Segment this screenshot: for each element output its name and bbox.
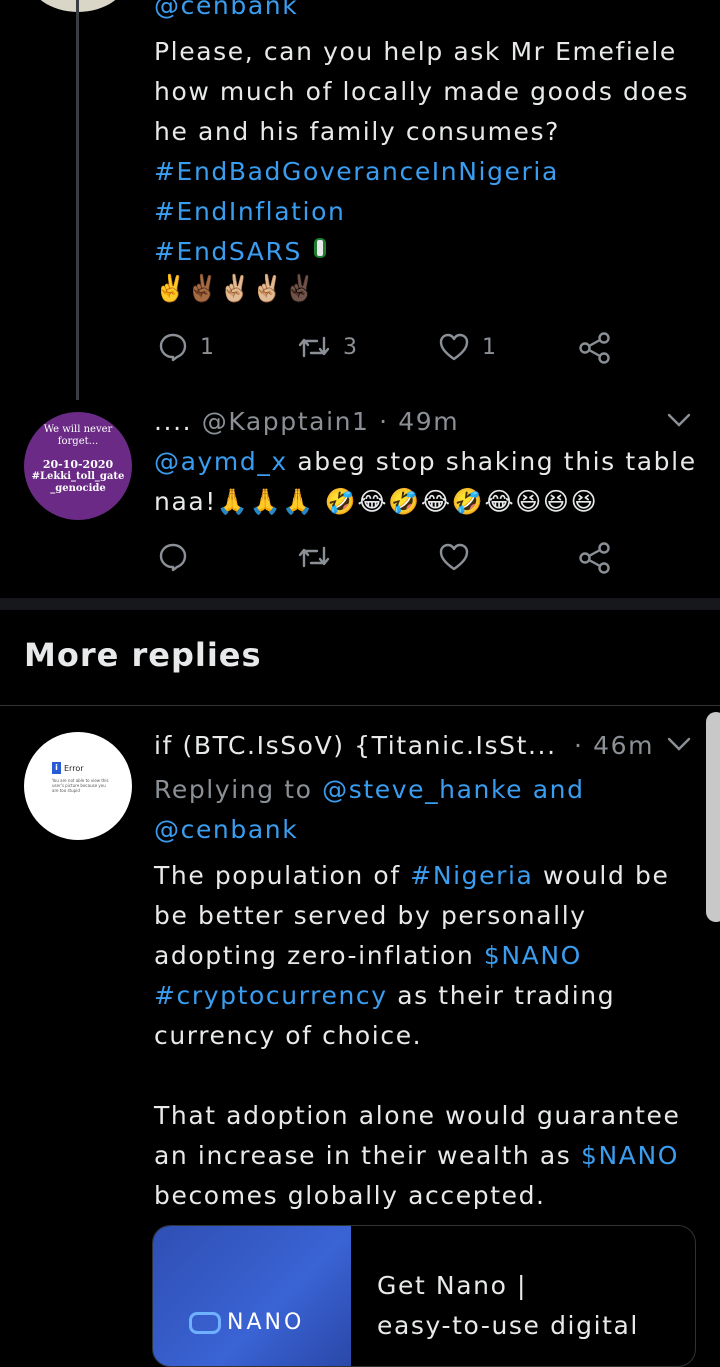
- cashtag-link[interactable]: $NANO: [581, 1141, 679, 1170]
- chevron-down-icon[interactable]: [666, 734, 692, 758]
- error-dialog: i Error You are not able to view this us…: [52, 762, 110, 793]
- tweet-text-line: how much of locally made goods does: [154, 77, 689, 106]
- avatar-text: 20-10-2020: [42, 458, 114, 471]
- replying-label: Replying to: [154, 775, 313, 804]
- avatar-text: forget...: [57, 436, 99, 447]
- section-title: More replies: [24, 636, 262, 674]
- info-icon: i: [52, 762, 61, 774]
- divider: [0, 705, 720, 706]
- reply-icon: [158, 332, 188, 362]
- tweet-text-line: @aymd_x abeg stop shaking this table: [154, 442, 697, 482]
- section-divider: [0, 598, 720, 610]
- reply-icon: [158, 542, 188, 572]
- avatar-text: _genocide: [50, 483, 106, 494]
- tweet-text-line: currency of choice.: [154, 1021, 423, 1050]
- share-button[interactable]: [578, 542, 612, 574]
- tweet-text: an increase in their wealth as: [154, 1141, 572, 1170]
- tweet-text-line: becomes globally accepted.: [154, 1181, 546, 1210]
- hashtag-link[interactable]: #cryptocurrency: [154, 981, 388, 1010]
- mention-link[interactable]: @aymd_x: [154, 447, 288, 476]
- reply-count: 1: [200, 334, 214, 360]
- scrollbar[interactable]: [706, 712, 720, 922]
- error-title: Error: [64, 763, 84, 773]
- hashtag-link[interactable]: #EndInflation: [154, 192, 345, 232]
- card-title: Get Nano |: [377, 1271, 528, 1300]
- nano-logo-icon: [189, 1312, 221, 1334]
- raised-fist-icon: [312, 236, 328, 262]
- display-name[interactable]: if (BTC.IsSoV) {Titanic.IsSt...: [154, 726, 557, 766]
- tweet-text-line: he and his family consumes?: [154, 117, 561, 146]
- thread-connector: [76, 0, 79, 400]
- heart-icon: [438, 542, 470, 572]
- tweet-text: The population of: [154, 861, 401, 890]
- hashtag-link[interactable]: #EndBadGoveranceInNigeria: [154, 152, 559, 192]
- share-icon: [578, 542, 612, 574]
- separator-dot: ·: [574, 731, 584, 760]
- tweet-text-line: Please, can you help ask Mr Emefiele: [154, 37, 677, 66]
- retweet-icon: [297, 542, 331, 572]
- card-subtitle: easy-to-use digital: [377, 1311, 639, 1340]
- tweet-text: abeg stop shaking this table: [297, 447, 697, 476]
- chevron-down-icon[interactable]: [666, 410, 692, 434]
- error-body: You are not able to view this user's pic…: [52, 778, 109, 793]
- hashtag-link[interactable]: #EndSARS: [154, 232, 302, 272]
- retweet-icon: [297, 332, 331, 362]
- cashtag-link[interactable]: $NANO: [484, 941, 582, 970]
- tweet-text-line: #cryptocurrency as their trading: [154, 976, 615, 1016]
- like-button[interactable]: 1: [438, 332, 496, 362]
- avatar-text: We will never: [43, 424, 113, 435]
- mention-link[interactable]: @steve_hanke: [322, 775, 523, 804]
- retweet-count: 3: [343, 334, 357, 360]
- retweet-button[interactable]: [297, 542, 331, 572]
- tweet-text: as their trading: [397, 981, 616, 1010]
- tweet-text-line: adopting zero-inflation $NANO: [154, 936, 582, 976]
- avatar[interactable]: i Error You are not able to view this us…: [24, 732, 132, 840]
- link-preview-card[interactable]: NANO Get Nano | easy-to-use digital: [152, 1225, 696, 1367]
- reply-button[interactable]: [158, 542, 188, 572]
- tweet-text: adopting zero-inflation: [154, 941, 475, 970]
- card-image: NANO: [153, 1226, 351, 1366]
- replying-and[interactable]: and: [533, 775, 585, 804]
- card-logo: NANO: [189, 1310, 304, 1335]
- tweet-meta: · 46m: [574, 726, 654, 766]
- heart-icon: [438, 332, 470, 362]
- like-count: 1: [482, 334, 496, 360]
- username[interactable]: @Kapptain1: [202, 407, 370, 436]
- retweet-button[interactable]: 3: [297, 332, 357, 362]
- tweet-text-line: The population of #Nigeria would be: [154, 856, 669, 896]
- avatar[interactable]: We will never forget... 20-10-2020 #Lekk…: [24, 412, 132, 520]
- like-button[interactable]: [438, 542, 470, 572]
- tweet-text: would be: [543, 861, 670, 890]
- share-icon: [578, 332, 612, 364]
- replying-to: Replying to @steve_hanke and: [154, 770, 585, 810]
- mention-link[interactable]: @cenbank: [154, 810, 298, 850]
- reply-button[interactable]: 1: [158, 332, 214, 362]
- tweet-text-line: an increase in their wealth as $NANO: [154, 1136, 679, 1176]
- tweet-text-line: That adoption alone would guarantee: [154, 1101, 681, 1130]
- timestamp[interactable]: 46m: [593, 731, 654, 760]
- hashtag-link[interactable]: #Nigeria: [410, 861, 533, 890]
- tweet-text-line: naa!🙏🙏🙏 🤣😂🤣😂🤣😂😆😆😆: [154, 487, 599, 516]
- share-button[interactable]: [578, 332, 612, 364]
- timestamp[interactable]: 49m: [398, 407, 459, 436]
- tweet-text-line: be better served by personally: [154, 901, 587, 930]
- emoji-line: ✌️✌🏾✌🏼✌🏼✌🏿: [154, 274, 316, 304]
- separator-dot: ·: [379, 407, 389, 436]
- avatar-text: #Lekki_toll_gate: [31, 471, 125, 482]
- mention-cenbank[interactable]: @cenbank: [154, 0, 298, 26]
- card-logo-text: NANO: [227, 1310, 305, 1335]
- display-name[interactable]: ....: [154, 407, 192, 436]
- tweet-header: .... @Kapptain1 · 49m: [154, 402, 459, 442]
